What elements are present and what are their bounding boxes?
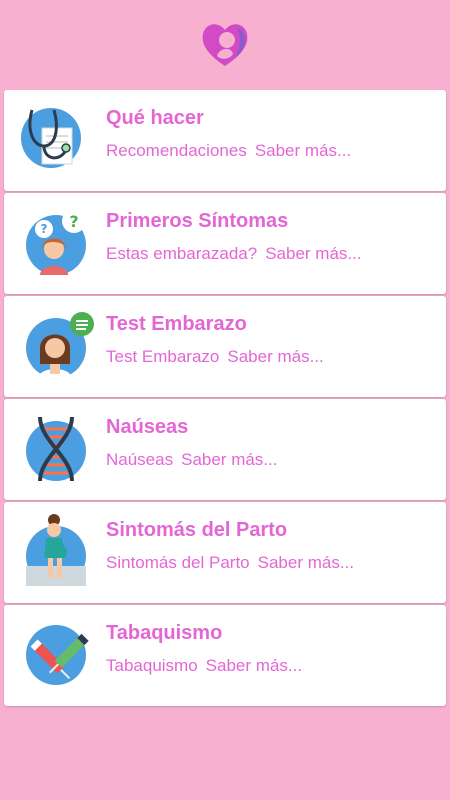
saber-mas-link[interactable]: Saber más... — [227, 347, 323, 366]
item-subtitle: Estas embarazada? — [106, 244, 258, 263]
woman-chat-icon — [26, 312, 94, 378]
pregnant-woman-icon — [26, 514, 86, 586]
item-subtitle: Sintomás del Parto — [106, 553, 250, 572]
question-woman-icon: ? ? — [26, 209, 86, 275]
saber-mas-link[interactable]: Saber más... — [181, 450, 277, 469]
item-subtitle: Naúseas — [106, 450, 174, 469]
list-item-primeros-sintomas[interactable]: ? ? Primeros Síntomas Estas embarazada? S… — [4, 193, 446, 294]
svg-text:?: ? — [41, 222, 48, 236]
item-title: Qué hacer — [106, 107, 204, 129]
dna-icon — [26, 416, 86, 481]
saber-mas-link[interactable]: Saber más... — [265, 244, 361, 263]
app-header — [0, 0, 450, 90]
item-subtitle: Recomendaciones — [106, 141, 247, 160]
item-subtitle: Tabaquismo — [106, 656, 198, 675]
list-item-sintomas-parto[interactable]: Sintomás del Parto Sintomás del Parto Sab… — [4, 502, 446, 603]
list-item-que-hacer[interactable]: Qué hacer Recomendaciones Saber más... — [4, 90, 446, 191]
topics-list: Qué hacer Recomendaciones Saber más... ? … — [4, 90, 446, 708]
stethoscope-icon — [21, 108, 86, 170]
list-item-tabaquismo[interactable]: Tabaquismo Tabaquismo Saber más... — [4, 605, 446, 706]
item-title: Test Embarazo — [106, 313, 247, 335]
saber-mas-link[interactable]: Saber más... — [206, 656, 302, 675]
saber-mas-link[interactable]: Saber más... — [258, 553, 354, 572]
list-item-test-embarazo[interactable]: Test Embarazo Test Embarazo Saber más... — [4, 296, 446, 397]
item-title: Naúseas — [106, 416, 189, 438]
mother-baby-heart-icon — [197, 16, 253, 72]
item-title: Sintomás del Parto — [106, 519, 288, 541]
saber-mas-link[interactable]: Saber más... — [255, 141, 351, 160]
item-title: Tabaquismo — [106, 622, 223, 644]
item-subtitle: Test Embarazo — [106, 347, 220, 366]
item-title: Primeros Síntomas — [106, 210, 289, 232]
svg-text:?: ? — [69, 212, 78, 231]
list-item-nauseas[interactable]: Naúseas Naúseas Saber más... — [4, 399, 446, 500]
syringe-icon — [26, 625, 89, 685]
